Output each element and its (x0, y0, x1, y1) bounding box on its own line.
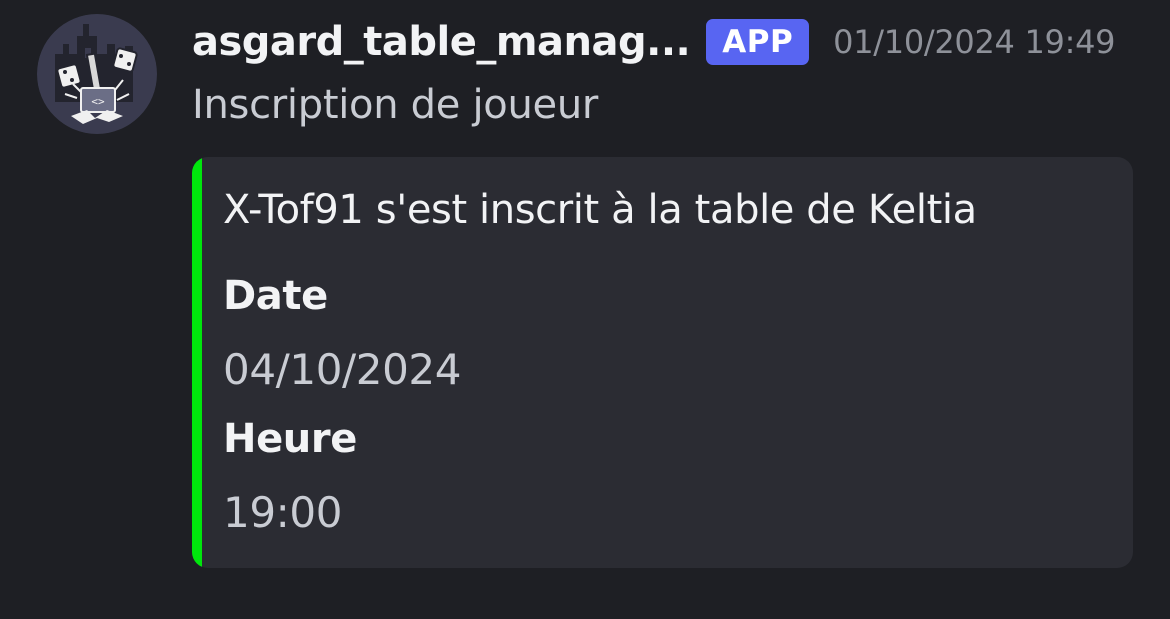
svg-text:<>: <> (91, 95, 105, 108)
field-date-value: 04/10/2024 (223, 345, 462, 394)
message-header: asgard_table_manag... APP 01/10/2024 19:… (192, 14, 1116, 70)
field-date-name: Date (223, 273, 328, 319)
message-timestamp: 01/10/2024 19:49 (833, 23, 1116, 61)
author-username[interactable]: asgard_table_manag... (192, 19, 691, 65)
castle-dice-hammer-logo-icon: <> (37, 14, 157, 134)
embed-title: X-Tof91 s'est inscrit à la table de Kelt… (223, 187, 977, 233)
app-badge: APP (706, 19, 810, 65)
embed-accent-bar (192, 157, 202, 568)
field-time-value: 19:00 (223, 488, 343, 537)
field-time-name: Heure (223, 416, 357, 462)
message-content: Inscription de joueur (192, 82, 599, 128)
message-embed: X-Tof91 s'est inscrit à la table de Kelt… (192, 157, 1133, 568)
bot-avatar[interactable]: <> (37, 14, 157, 134)
